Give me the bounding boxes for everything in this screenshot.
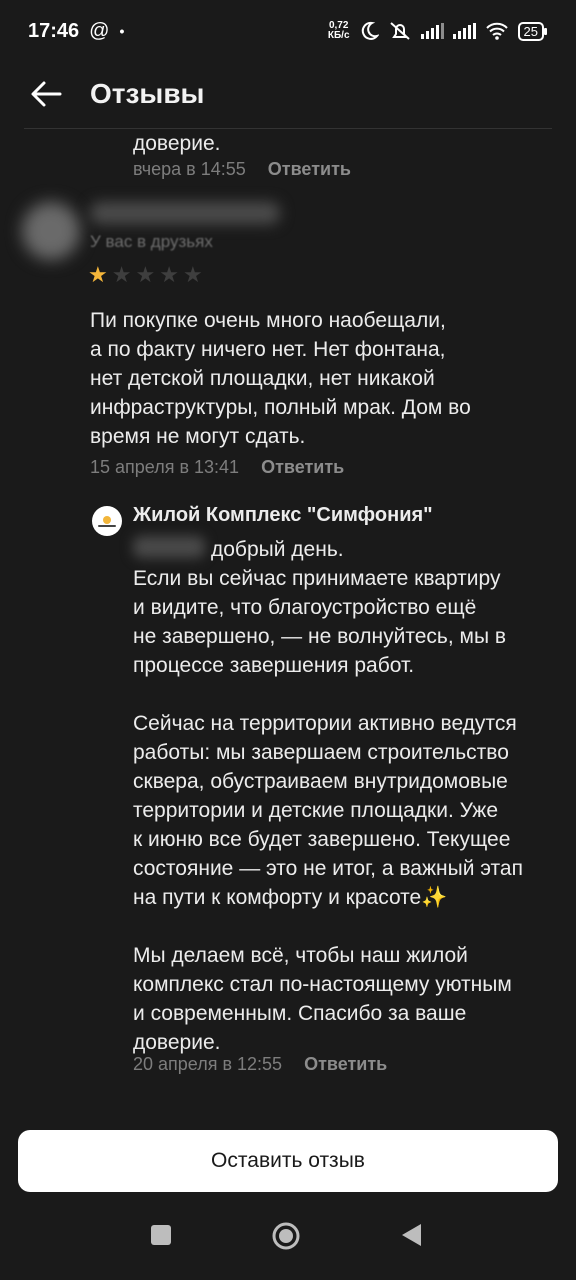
star-empty-icon: ★: [111, 262, 132, 287]
arrow-left-icon: [31, 81, 62, 107]
more-notifications-dot: •: [119, 23, 125, 39]
star-empty-icon: ★: [159, 262, 179, 287]
signal-icon: [452, 23, 476, 39]
battery-icon: 25: [517, 21, 548, 41]
addressee-name-blurred: [133, 536, 205, 558]
author-name-blurred[interactable]: [90, 202, 280, 224]
sun-icon: [103, 515, 111, 524]
wifi-icon: [485, 22, 508, 40]
previous-review-meta: вчера в 14:55 Ответить: [133, 159, 351, 180]
response-date: 20 апреля в 12:55: [133, 1054, 283, 1074]
star-rating: ★ ★ ★ ★ ★: [88, 262, 203, 288]
net-speed: 0,72 КБ/с: [328, 21, 350, 41]
star-empty-icon: ★: [135, 262, 156, 287]
reply-link[interactable]: Ответить: [261, 457, 344, 478]
back-nav-button[interactable]: [396, 1220, 426, 1250]
system-nav-bar: [0, 1200, 576, 1280]
recent-apps-icon: [151, 1225, 171, 1245]
recent-apps-button[interactable]: [146, 1220, 176, 1250]
review-meta: 15 апреля в 13:41 Ответить: [90, 457, 344, 478]
home-icon: [272, 1222, 300, 1250]
previous-review-tail: доверие.: [133, 132, 221, 155]
signal-icon: [420, 23, 444, 39]
battery-level: 25: [523, 23, 538, 39]
status-bar: 17:46 @ • 0,72 КБ/с 25: [0, 0, 576, 62]
star-filled-icon: ★: [88, 262, 108, 287]
review-date: 15 апреля в 13:41: [90, 457, 240, 477]
vibrate-off-icon: [389, 22, 410, 40]
friends-status: У вас в друзьях: [90, 232, 213, 251]
reply-link[interactable]: Ответить: [304, 1054, 387, 1075]
leave-review-button[interactable]: Оставить отзыв: [18, 1130, 558, 1192]
response-greeting: добрый день.: [211, 538, 344, 561]
org-logo: [92, 506, 122, 536]
response-text: Если вы сейчас принимаете квартиру и вид…: [133, 567, 523, 1054]
review-text: Пи покупке очень много наобещали, а по ф…: [90, 309, 471, 448]
star-empty-icon: ★: [182, 262, 203, 287]
net-speed-unit: КБ/с: [327, 30, 350, 41]
response-meta: 20 апреля в 12:55 Ответить: [133, 1054, 387, 1075]
notification-icon: @: [89, 19, 110, 42]
moon-icon: [361, 21, 379, 40]
avatar[interactable]: [22, 202, 80, 260]
back-triangle-icon: [402, 1224, 421, 1246]
status-time: 17:46: [28, 19, 80, 42]
org-name: Жилой Комплекс "Симфония": [133, 504, 433, 526]
app-bar: Отзывы: [0, 62, 576, 126]
page-title: Отзывы: [90, 78, 205, 109]
home-button[interactable]: [270, 1220, 302, 1252]
back-button[interactable]: [24, 72, 68, 116]
review-date: вчера в 14:55: [133, 159, 246, 179]
reply-link[interactable]: Ответить: [268, 159, 351, 180]
